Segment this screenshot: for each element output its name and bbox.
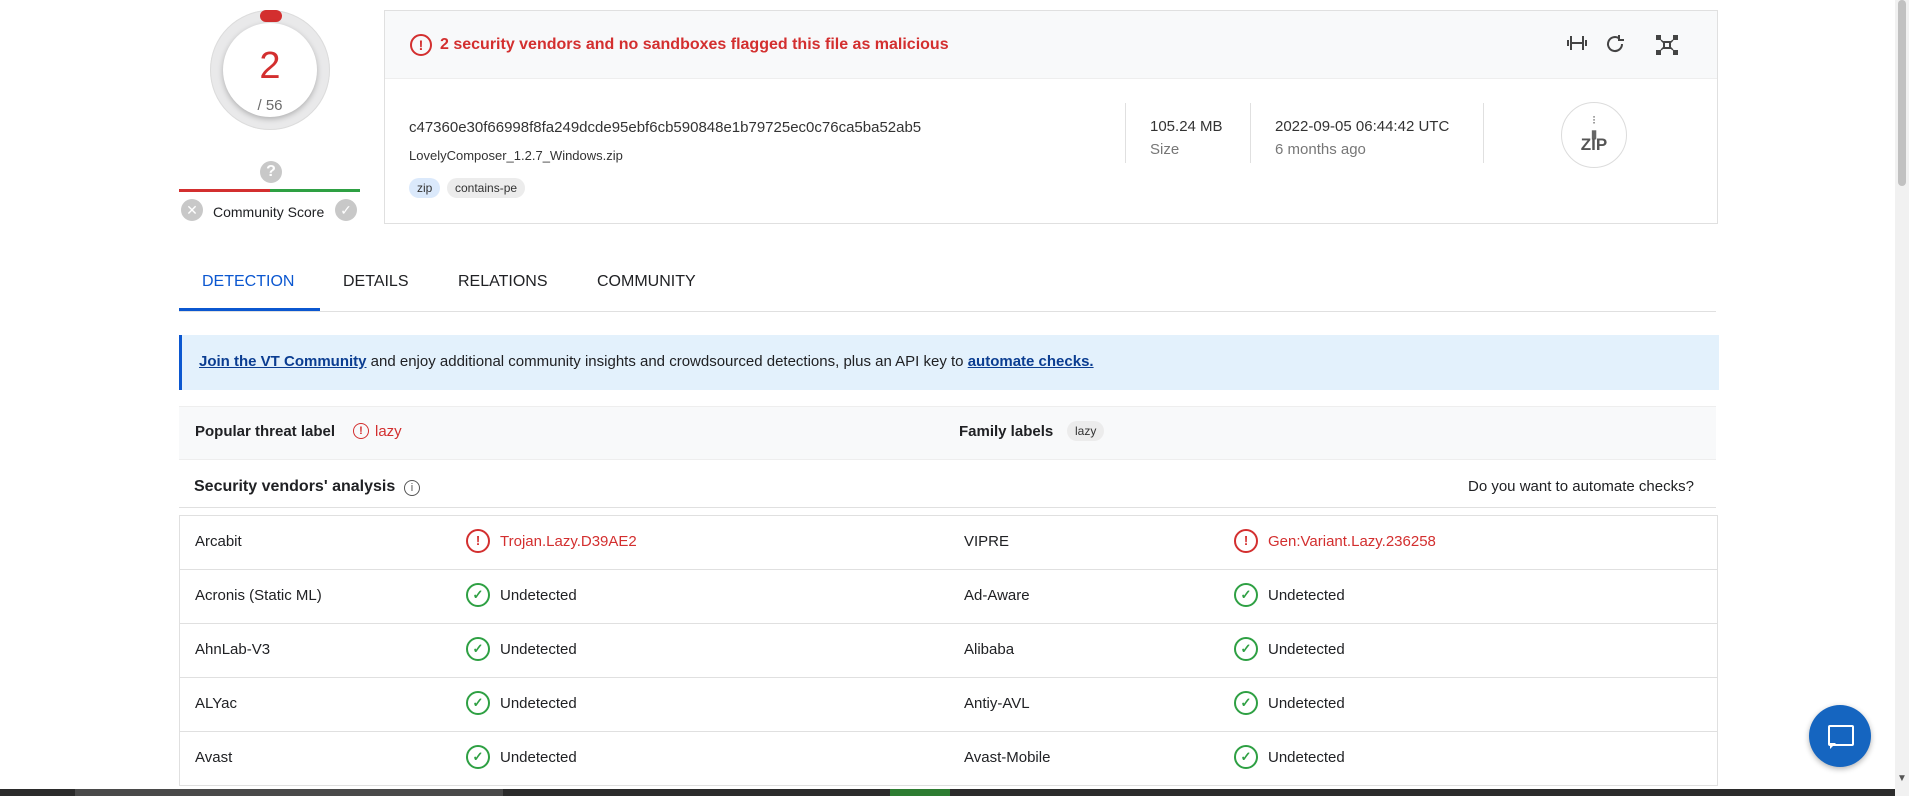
vendor-name: Avast-Mobile [964,749,1051,766]
scrollbar[interactable]: ▼ [1895,0,1909,796]
tabs-divider [179,311,1716,312]
question-icon: ? [260,161,282,183]
divider [1483,103,1484,163]
community-banner: Join the VT Community and enjoy addition… [179,335,1719,390]
vendor-result: Undetected [500,641,577,658]
vendor-result: Undetected [500,695,577,712]
file-hash[interactable]: c47360e30f66998f8fa249dcde95ebf6cb590848… [409,119,921,136]
tab-details[interactable]: DETAILS [343,273,409,291]
compare-icon[interactable] [1563,33,1591,57]
file-size: 105.24 MB [1150,118,1223,135]
check-circle-icon: ✓ [466,745,490,769]
tag-contains-pe[interactable]: contains-pe [447,178,526,198]
alert-icon: ! [410,34,432,56]
banner-text: Join the VT Community and enjoy addition… [199,353,1094,370]
threat-labels-row: Popular threat label ! lazy Family label… [179,406,1716,460]
vendor-name: ALYac [195,695,237,712]
vendors-divider [179,507,1716,508]
vendor-result: Trojan.Lazy.D39AE2 [500,533,637,550]
banner-middle-text: and enjoy additional community insights … [366,353,968,370]
vote-malicious-icon[interactable]: ✕ [181,199,203,221]
check-circle-icon: ✓ [1234,583,1258,607]
check-circle-icon: ✓ [1234,691,1258,715]
score-center: 2 / 56 [223,23,317,117]
malicious-icon: ! [1234,529,1258,553]
vendor-result: Undetected [1268,641,1345,658]
vendor-result: Undetected [500,587,577,604]
vendor-result: Undetected [1268,749,1345,766]
score-arc [260,10,282,22]
table-row: Acronis (Static ML) ✓ Undetected Ad-Awar… [180,570,1717,624]
check-circle-icon: ✓ [466,583,490,607]
join-community-link[interactable]: Join the VT Community [199,353,367,370]
check-circle-icon: ✓ [466,691,490,715]
family-label-tag[interactable]: lazy [1067,421,1105,441]
vendors-analysis-title: Security vendors' analysis [194,478,396,495]
tab-detection[interactable]: DETECTION [202,273,294,291]
divider [1125,103,1126,163]
table-row: AhnLab-V3 ✓ Undetected Alibaba ✓ Undetec… [180,624,1717,678]
vendor-result: Gen:Variant.Lazy.236258 [1268,533,1436,550]
vendors-table: Arcabit ! Trojan.Lazy.D39AE2 VIPRE ! Gen… [179,515,1718,786]
file-summary-card: ! 2 security vendors and no sandboxes fl… [384,10,1718,224]
file-name: LovelyComposer_1.2.7_Windows.zip [409,148,623,163]
check-circle-icon: ✓ [1234,637,1258,661]
community-bar-negative [179,189,270,192]
vendor-name: Avast [195,749,233,766]
automate-checks-link[interactable]: automate checks. [968,353,1094,370]
detection-score-gauge: 2 / 56 [210,10,330,130]
taskbar-segment [75,789,503,796]
vendor-result: Undetected [1268,695,1345,712]
reanalyze-icon[interactable] [1601,33,1629,57]
family-labels-title: Family labels [959,423,1054,440]
info-icon[interactable]: i [404,480,420,496]
table-row: Arcabit ! Trojan.Lazy.D39AE2 VIPRE ! Gen… [180,516,1717,570]
check-circle-icon: ✓ [466,637,490,661]
divider [1250,103,1251,163]
detection-count: 2 [259,45,281,87]
malicious-icon: ! [466,529,490,553]
alert-message: 2 security vendors and no sandboxes flag… [440,36,949,53]
analysis-date: 2022-09-05 06:44:42 UTC [1275,118,1450,135]
popular-threat-label-value[interactable]: lazy [375,423,402,440]
vendor-name: Antiy-AVL [964,695,1030,712]
vote-harmless-icon[interactable]: ✓ [335,199,357,221]
check-circle-icon: ✓ [1234,745,1258,769]
vendor-result: Undetected [1268,587,1345,604]
file-size-label: Size [1150,141,1180,158]
vendor-name: Arcabit [195,533,242,550]
community-bar-positive [270,189,360,192]
threat-alert-icon: ! [353,423,369,439]
chat-icon-tail [1830,743,1836,749]
tab-relations[interactable]: RELATIONS [458,273,548,291]
taskbar-segment-active [890,789,950,796]
chat-button[interactable] [1809,705,1871,767]
total-engines: / 56 [257,97,283,114]
vendor-name: Acronis (Static ML) [195,587,322,604]
community-score-label: Community Score [213,204,325,220]
scroll-down-arrow-icon[interactable]: ▼ [1897,773,1907,784]
popular-threat-label-title: Popular threat label [195,423,336,440]
automate-checks-prompt[interactable]: Do you want to automate checks? [1468,478,1694,495]
table-row: Avast ✓ Undetected Avast-Mobile ✓ Undete… [180,732,1717,786]
taskbar-strip [0,789,1895,796]
graph-icon[interactable] [1653,33,1681,57]
tab-community[interactable]: COMMUNITY [597,273,696,291]
alert-bar: ! 2 security vendors and no sandboxes fl… [385,11,1717,79]
vendor-name: AhnLab-V3 [195,641,271,658]
table-row: ALYac ✓ Undetected Antiy-AVL ✓ Undetecte… [180,678,1717,732]
vendor-name: Alibaba [964,641,1015,658]
analysis-date-relative: 6 months ago [1275,141,1366,158]
tag-zip[interactable]: zip [409,178,441,198]
vendor-result: Undetected [500,749,577,766]
zip-file-icon: ⁝ ▮ ZIP [1561,102,1627,168]
file-type-label: ZIP [1580,135,1608,154]
scrollbar-thumb[interactable] [1898,0,1906,186]
vendor-name: Ad-Aware [964,587,1030,604]
vendor-name: VIPRE [964,533,1010,550]
